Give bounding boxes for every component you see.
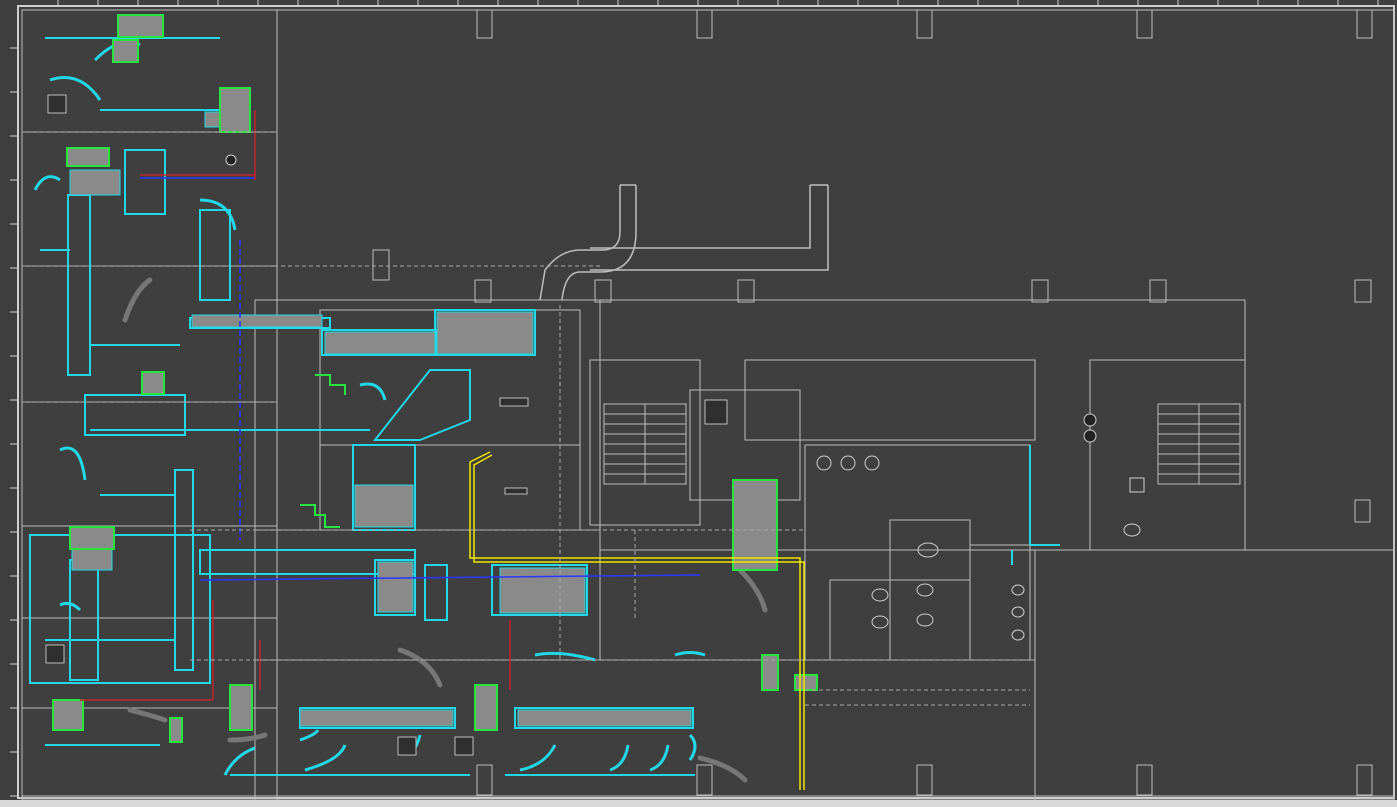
cad-viewport[interactable] (0, 0, 1397, 807)
mechanical-plan-canvas[interactable] (0, 0, 1397, 807)
status-bar (0, 800, 1397, 807)
